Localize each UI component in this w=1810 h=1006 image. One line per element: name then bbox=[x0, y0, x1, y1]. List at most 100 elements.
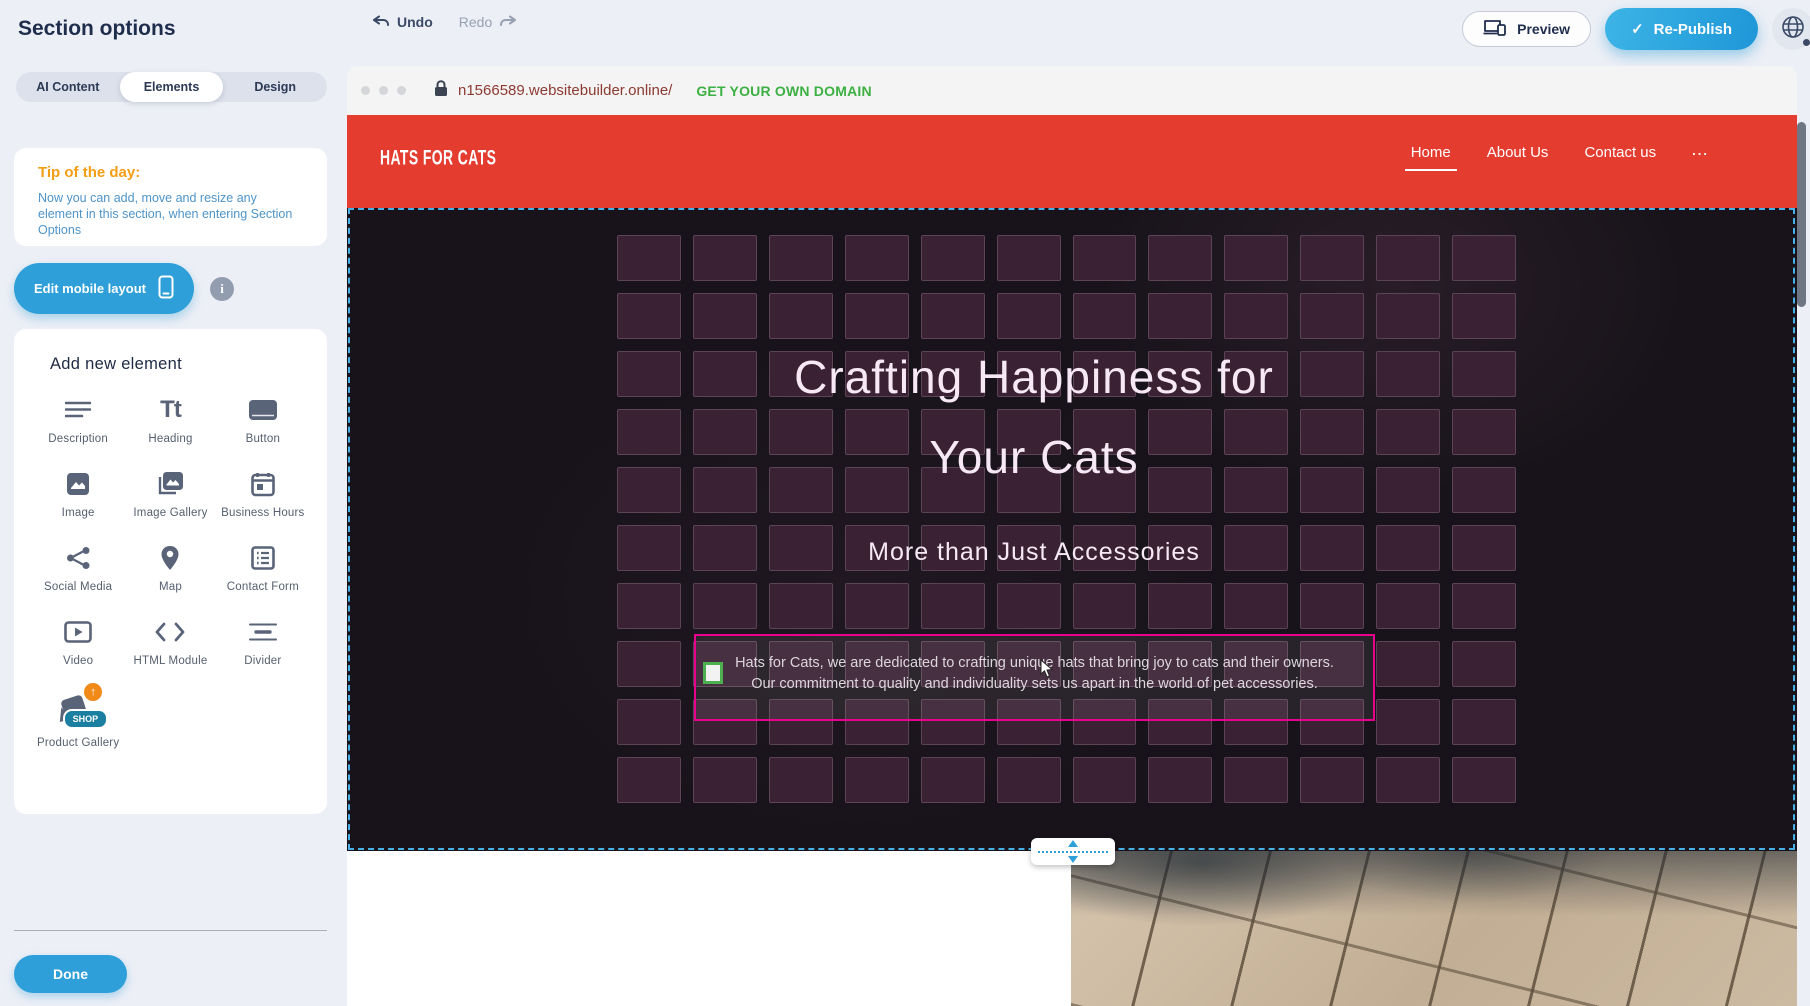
element-map[interactable]: Map bbox=[124, 544, 216, 594]
hero-tile bbox=[997, 583, 1061, 629]
hero-tile bbox=[1224, 235, 1288, 281]
element-video[interactable]: Video bbox=[32, 618, 124, 668]
hero-tile bbox=[617, 293, 681, 339]
selected-text-element[interactable]: Hats for Cats, we are dedicated to craft… bbox=[694, 634, 1375, 721]
hero-tile bbox=[1300, 293, 1364, 339]
phone-icon bbox=[158, 275, 174, 302]
top-actions: Preview ✓ Re-Publish bbox=[1462, 0, 1800, 58]
element-business-hours[interactable]: Business Hours bbox=[217, 470, 309, 520]
element-product-gallery[interactable]: ↑ SHOP Product Gallery bbox=[32, 692, 124, 750]
tip-title: Tip of the day: bbox=[38, 164, 303, 181]
tab-ai-content[interactable]: AI Content bbox=[16, 72, 120, 102]
hero-tile bbox=[1224, 293, 1288, 339]
undo-redo-group: Undo Redo bbox=[372, 14, 517, 30]
element-divider[interactable]: Divider bbox=[217, 618, 309, 668]
contact-form-icon bbox=[251, 544, 275, 572]
tip-of-the-day-card: Tip of the day: Now you can add, move an… bbox=[14, 148, 327, 246]
hero-body-text[interactable]: Hats for Cats, we are dedicated to craft… bbox=[706, 653, 1363, 695]
hero-tile bbox=[1452, 699, 1516, 745]
element-html-module[interactable]: HTML Module bbox=[124, 618, 216, 668]
nav-home[interactable]: Home bbox=[1411, 144, 1451, 171]
social-media-icon bbox=[66, 544, 91, 572]
hero-tile bbox=[1300, 583, 1364, 629]
browser-chrome: n1566589.websitebuilder.online/ GET YOUR… bbox=[347, 66, 1797, 115]
element-contact-form[interactable]: Contact Form bbox=[217, 544, 309, 594]
top-toolbar: Section options Undo Redo bbox=[0, 0, 1810, 58]
hero-tile bbox=[1376, 641, 1440, 687]
add-new-element-title: Add new element bbox=[50, 355, 309, 374]
hero-tile bbox=[845, 293, 909, 339]
tab-design[interactable]: Design bbox=[223, 72, 327, 102]
element-image-gallery[interactable]: Image Gallery bbox=[124, 470, 216, 520]
hero-tile bbox=[1376, 235, 1440, 281]
element-image[interactable]: Image bbox=[32, 470, 124, 520]
done-button[interactable]: Done bbox=[14, 955, 127, 993]
site-nav: Home About Us Contact us ... bbox=[1411, 143, 1709, 172]
hero-tile bbox=[921, 235, 985, 281]
hero-tile bbox=[1376, 757, 1440, 803]
hero-tile bbox=[693, 583, 757, 629]
info-icon[interactable]: i bbox=[210, 277, 234, 301]
tab-elements[interactable]: Elements bbox=[120, 72, 224, 102]
hero-tile bbox=[693, 293, 757, 339]
hero-tile bbox=[1376, 293, 1440, 339]
image-gallery-icon bbox=[156, 470, 184, 498]
hero-tile bbox=[617, 235, 681, 281]
nav-contact-us[interactable]: Contact us bbox=[1584, 144, 1656, 171]
sidebar-divider bbox=[14, 930, 327, 931]
page-title: Section options bbox=[18, 17, 176, 41]
html-module-icon bbox=[155, 618, 185, 646]
hero-tile bbox=[921, 757, 985, 803]
divider-icon bbox=[249, 618, 277, 646]
hero-subheading[interactable]: More than Just Accessories bbox=[347, 538, 1721, 567]
upgrade-arrow-icon: ↑ bbox=[84, 683, 102, 701]
element-description[interactable]: Description bbox=[32, 396, 124, 446]
section-options-sidebar: AI Content Elements Design Tip of the da… bbox=[0, 58, 347, 1006]
description-icon bbox=[65, 396, 91, 424]
hero-tile bbox=[769, 583, 833, 629]
redo-icon bbox=[499, 15, 517, 29]
hero-tile bbox=[1452, 235, 1516, 281]
element-button[interactable]: Button bbox=[217, 396, 309, 446]
nav-more-button[interactable]: ... bbox=[1692, 143, 1709, 172]
hero-section[interactable]: Crafting Happiness for Your Cats More th… bbox=[347, 208, 1797, 851]
site-preview-window: n1566589.websitebuilder.online/ GET YOUR… bbox=[347, 66, 1797, 1006]
hero-tile bbox=[769, 235, 833, 281]
get-your-own-domain-link[interactable]: GET YOUR OWN DOMAIN bbox=[696, 83, 871, 99]
next-section-image[interactable] bbox=[1071, 851, 1797, 1006]
hero-tile bbox=[1452, 757, 1516, 803]
redo-button[interactable]: Redo bbox=[459, 14, 517, 30]
element-social-media[interactable]: Social Media bbox=[32, 544, 124, 594]
hero-tile bbox=[617, 757, 681, 803]
hero-heading[interactable]: Crafting Happiness for Your Cats bbox=[347, 337, 1721, 497]
hero-tile bbox=[1148, 293, 1212, 339]
element-heading[interactable]: Tt Heading bbox=[124, 396, 216, 446]
hero-tile bbox=[1300, 757, 1364, 803]
lock-icon bbox=[434, 80, 448, 102]
undo-icon bbox=[372, 15, 390, 29]
language-globe-button[interactable] bbox=[1772, 8, 1810, 50]
hero-tile bbox=[1148, 583, 1212, 629]
hero-tile bbox=[1452, 583, 1516, 629]
section-resize-handle[interactable] bbox=[1031, 838, 1115, 865]
map-icon bbox=[160, 544, 180, 572]
hero-tile bbox=[1452, 641, 1516, 687]
page-scrollbar-thumb[interactable] bbox=[1797, 122, 1806, 307]
site-logo[interactable]: HATS FOR CATS bbox=[380, 146, 496, 171]
globe-status-dot bbox=[1803, 39, 1810, 46]
hero-tile bbox=[769, 293, 833, 339]
image-icon bbox=[66, 470, 90, 498]
undo-button[interactable]: Undo bbox=[372, 14, 433, 30]
hero-tile bbox=[1376, 699, 1440, 745]
preview-button[interactable]: Preview bbox=[1462, 11, 1591, 47]
edit-mobile-layout-button[interactable]: Edit mobile layout bbox=[14, 263, 194, 314]
hero-tile bbox=[921, 583, 985, 629]
business-hours-icon bbox=[251, 470, 275, 498]
republish-button[interactable]: ✓ Re-Publish bbox=[1605, 8, 1758, 50]
button-icon bbox=[248, 396, 278, 424]
resize-arrows-icon bbox=[1067, 840, 1079, 863]
nav-about-us[interactable]: About Us bbox=[1487, 144, 1549, 171]
hero-tile bbox=[617, 583, 681, 629]
hero-tile bbox=[1452, 293, 1516, 339]
url-text[interactable]: n1566589.websitebuilder.online/ bbox=[458, 82, 672, 99]
